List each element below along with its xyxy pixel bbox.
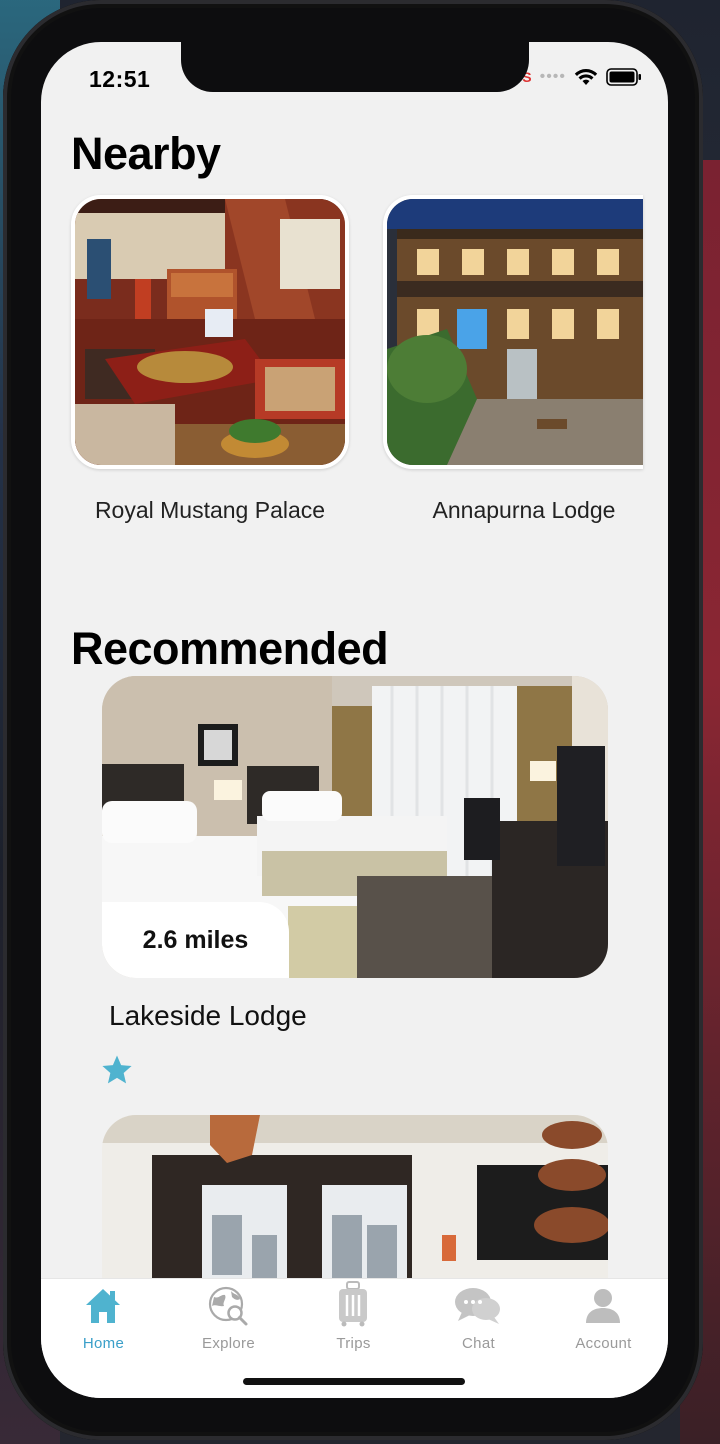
nearby-photo-lodge [387, 199, 643, 465]
nearby-title: Nearby [71, 128, 221, 179]
tab-explore[interactable]: Explore [166, 1279, 291, 1369]
tab-chat[interactable]: Chat [416, 1279, 541, 1369]
battery-icon [606, 68, 642, 86]
wifi-icon [574, 68, 598, 86]
nearby-card-annapurna-lodge[interactable] [383, 195, 643, 469]
home-indicator[interactable] [243, 1378, 465, 1385]
nearby-card-label: Royal Mustang Palace [94, 497, 326, 523]
tab-trips-label: Trips [336, 1335, 371, 1352]
recommended-card-lakeside-lodge[interactable]: 2.6 miles [102, 676, 608, 978]
app-screen: 12:51 S •••• Nearby Royal Mustang Palace… [41, 42, 668, 1398]
globe-search-icon [208, 1286, 248, 1326]
tab-account[interactable]: Account [541, 1279, 666, 1369]
recommended-item-name: Lakeside Lodge [109, 1000, 307, 1031]
tab-home[interactable]: Home [41, 1279, 166, 1369]
tab-home-label: Home [82, 1335, 125, 1352]
notch [181, 42, 529, 92]
home-icon [86, 1289, 120, 1323]
star-icon [102, 1055, 132, 1084]
nearby-photo-interior [75, 199, 345, 465]
status-indicators: S •••• [522, 68, 642, 86]
nearby-card-royal-mustang-palace[interactable] [71, 195, 349, 469]
tab-chat-label: Chat [462, 1335, 495, 1352]
user-icon [586, 1289, 620, 1323]
chat-bubbles-icon [455, 1288, 500, 1324]
tab-account-label: Account [575, 1335, 632, 1352]
nearby-card-label: Annapurna Lodge [432, 497, 616, 523]
tab-trips[interactable]: Trips [291, 1279, 416, 1369]
phone-frame: 12:51 S •••• Nearby Royal Mustang Palace… [3, 0, 703, 1440]
status-time: 12:51 [89, 66, 151, 92]
recommended-title: Recommended [71, 623, 389, 674]
luggage-icon [339, 1281, 367, 1327]
signal-icon: •••• [539, 68, 566, 85]
distance-badge: 2.6 miles [102, 902, 289, 978]
tab-explore-label: Explore [202, 1335, 255, 1352]
